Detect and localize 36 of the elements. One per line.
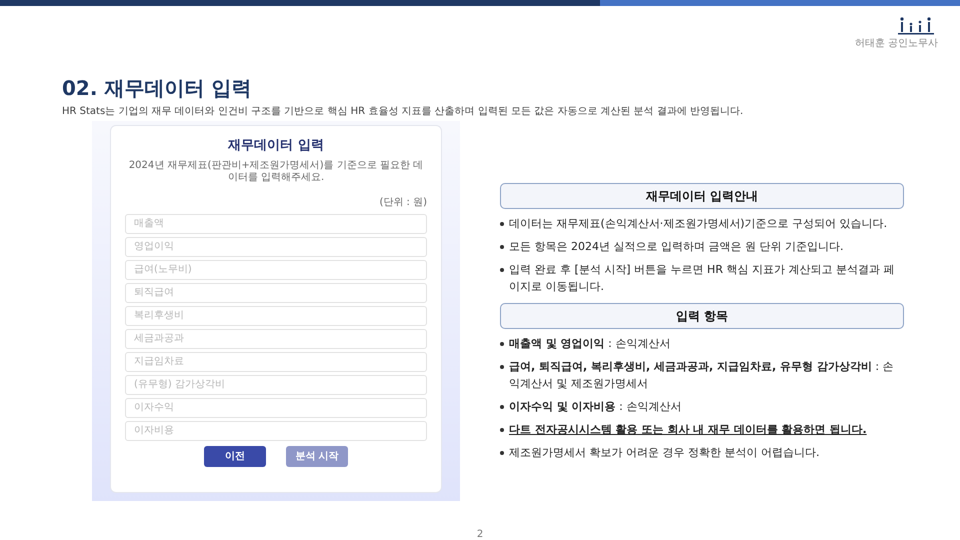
guide-text: 급여, 퇴직급여, 복리후생비, 세금과공과, 지급임차료, 유무형 감가상각비 : 손익계산서 및 제조원가명세서 [509,359,895,392]
brand-name: 허태훈 공인노무사 [854,37,938,51]
bullet-icon [500,222,504,226]
guide-text: 데이터는 재무제표(손익계산서·제조원가명세서)기준으로 구성되어 있습니다. [509,216,888,232]
section-heading: 입력 항목 [500,303,904,330]
input-field[interactable]: 지급임차료 [125,352,427,372]
input-field[interactable]: 이자비용 [125,420,427,440]
form-subtitle: 2024년 재무제표(판관비+제조원가명세서)를 기준으로 필요한 데이터를 입력해주세요. [128,160,424,184]
section-heading: 재무데이터 입력안내 [500,183,904,209]
input-field[interactable]: 퇴직급여 [125,282,427,302]
bullet-icon [500,451,504,456]
bullet-icon [500,245,504,250]
form-button[interactable]: 이전 [204,446,266,466]
input-field[interactable]: 매출액 [125,214,427,234]
bullet-icon [500,365,504,370]
form-title: 재무데이터 입력 [227,137,325,155]
guide-text: 제조원가명세서 확보가 어려운 경우 정확한 분석이 어렵습니다. [509,445,820,462]
guide-text: 매출액 및 영업이익 : 손익계산서 [509,336,670,352]
bullet-icon [500,342,504,346]
input-field[interactable]: 급여(노무비) [125,260,427,280]
input-field[interactable]: 이자수익 [125,398,427,418]
bullet-icon [500,405,504,410]
guide-text: 입력 완료 후 [분석 시작] 버튼을 누르면 HR 핵심 지표가 계산되고 분석결과 페이지로 이동됩니다. [509,262,896,296]
unit-label: (단위 : 원) [379,196,427,208]
input-field[interactable]: 세금과공과 [125,328,427,348]
logo-icon [898,16,934,36]
bullet-icon [500,428,504,432]
description: HR Stats는 기업의 재무 데이터와 인건비 구조를 기반으로 핵심 HR 효율성 지표를 산출하며 입력된 모든 값은 자동으로 계산된 분석 결과에 반영됩니다. [62,105,744,119]
slide-title: 02. 재무데이터 입력 [62,76,252,100]
input-field[interactable]: (유무형) 감가상각비 [125,374,427,394]
guide-text: 이자수익 및 이자비용 : 손익계산서 [509,399,682,416]
input-field[interactable]: 복리후생비 [125,306,427,326]
input-field[interactable]: 영업이익 [125,236,427,256]
bullet-icon [500,268,504,272]
guide-text: 모든 항목은 2024년 실적으로 입력하며 금액은 원 단위 기준입니다. [509,239,844,256]
page-number: 2 [476,529,484,540]
